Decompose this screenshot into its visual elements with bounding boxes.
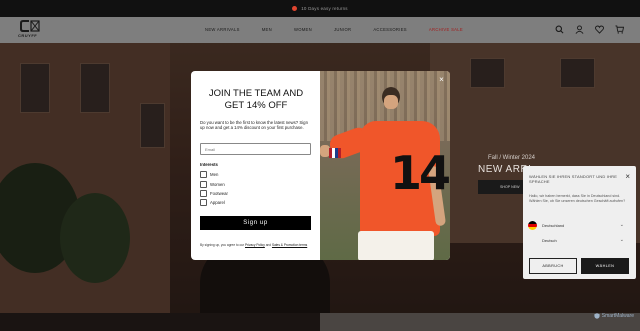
interests-label: Interests bbox=[200, 162, 218, 167]
interest-footwear[interactable]: Footwear bbox=[200, 189, 228, 198]
location-value: Deutschland bbox=[542, 222, 565, 228]
language-select[interactable]: Deutsch ⌄ bbox=[528, 234, 630, 246]
interest-men[interactable]: Men bbox=[200, 170, 228, 179]
header-icons bbox=[555, 25, 624, 34]
shield-icon bbox=[594, 313, 600, 319]
wishlist-icon[interactable] bbox=[595, 25, 604, 34]
hero-season: Fall / Winter 2024 bbox=[488, 155, 536, 161]
country-selector-dialog: WÄHLEN SIE IHREN STANDORT UND IHRE SPRAC… bbox=[523, 166, 636, 279]
interest-label: Apparel bbox=[210, 200, 225, 206]
return-icon bbox=[292, 6, 298, 11]
signup-button[interactable]: Sign up bbox=[200, 216, 311, 230]
jersey-number: 14 bbox=[390, 146, 450, 200]
brand-logo[interactable]: CRUYFF bbox=[18, 20, 44, 40]
search-icon[interactable] bbox=[555, 25, 564, 34]
germany-flag-icon bbox=[528, 220, 537, 230]
chevron-down-icon: ⌄ bbox=[619, 222, 624, 228]
popup-form-panel: JOIN THE TEAM AND GET 14% OFF Do you wan… bbox=[191, 71, 320, 260]
bottom-strip-right bbox=[320, 313, 640, 331]
dialog-buttons: ABBRUCH WÄHLEN bbox=[529, 258, 629, 274]
newsletter-popup: JOIN THE TEAM AND GET 14% OFF Do you wan… bbox=[191, 71, 450, 260]
announcement-text: 10 Days easy returns bbox=[301, 6, 348, 11]
main-nav: NEW ARRIVALS MEN WOMEN JUNIOR ACCESSORIE… bbox=[205, 27, 485, 32]
interests-list: Men Women Footwear Apparel bbox=[200, 170, 228, 208]
checkbox[interactable] bbox=[200, 180, 207, 188]
close-icon[interactable]: × bbox=[437, 75, 446, 84]
interest-women[interactable]: Women bbox=[200, 179, 228, 188]
privacy-policy-link[interactable]: Privacy Policy bbox=[245, 243, 265, 247]
announcement-bar: 10 Days easy returns bbox=[0, 0, 640, 17]
hero-shop-button[interactable]: SHOP NEW bbox=[478, 180, 528, 194]
site-header: CRUYFF NEW ARRIVALS MEN WOMEN JUNIOR ACC… bbox=[0, 17, 640, 43]
interest-label: Footwear bbox=[210, 190, 228, 196]
nav-junior[interactable]: JUNIOR bbox=[334, 27, 351, 32]
player-face bbox=[384, 95, 398, 109]
player-shorts bbox=[358, 231, 434, 260]
language-value: Deutsch bbox=[542, 237, 557, 243]
watermark-text: SmartMalware bbox=[601, 313, 634, 319]
account-icon[interactable] bbox=[575, 25, 584, 34]
cancel-button[interactable]: ABBRUCH bbox=[529, 258, 577, 274]
legal-mid: and bbox=[264, 243, 272, 247]
interest-label: Women bbox=[210, 181, 225, 187]
nav-new-arrivals[interactable]: NEW ARRIVALS bbox=[205, 27, 240, 32]
email-field[interactable] bbox=[200, 143, 311, 155]
checkbox[interactable] bbox=[200, 199, 207, 207]
nav-accessories[interactable]: ACCESSORIES bbox=[373, 27, 407, 32]
nav-women[interactable]: WOMEN bbox=[294, 27, 312, 32]
captain-armband bbox=[329, 148, 341, 158]
sales-terms-link[interactable]: Sales & Promotion terms bbox=[272, 243, 307, 247]
cart-icon[interactable] bbox=[615, 25, 624, 34]
popup-description: Do you want to be the first to know the … bbox=[200, 120, 308, 131]
checkbox[interactable] bbox=[200, 189, 207, 197]
legal-text: By signing up, you agree to our Privacy … bbox=[200, 243, 312, 247]
confirm-button[interactable]: WÄHLEN bbox=[581, 258, 629, 274]
chevron-down-icon: ⌄ bbox=[619, 237, 624, 243]
close-icon[interactable]: × bbox=[625, 173, 630, 181]
legal-prefix: By signing up, you agree to our bbox=[200, 243, 246, 247]
country-question: WÄHLEN SIE IHREN STANDORT UND IHRE SPRAC… bbox=[529, 174, 618, 185]
cruyff-logo-icon bbox=[20, 20, 40, 32]
interest-apparel[interactable]: Apparel bbox=[200, 198, 228, 207]
country-message: Hallo, wir haben bemerkt, dass Sie in De… bbox=[529, 194, 626, 203]
checkbox[interactable] bbox=[200, 171, 207, 179]
interest-label: Men bbox=[210, 172, 219, 178]
brand-wordmark: CRUYFF bbox=[18, 33, 38, 38]
bottom-strip bbox=[0, 313, 640, 331]
nav-archive-sale[interactable]: ARCHIVE SALE bbox=[429, 27, 463, 32]
popup-image: 14 × bbox=[320, 71, 450, 260]
location-select[interactable]: Deutschland ⌄ bbox=[528, 219, 630, 231]
nav-men[interactable]: MEN bbox=[262, 27, 272, 32]
watermark: SmartMalware bbox=[594, 313, 634, 319]
popup-title: JOIN THE TEAM AND GET 14% OFF bbox=[208, 88, 304, 111]
